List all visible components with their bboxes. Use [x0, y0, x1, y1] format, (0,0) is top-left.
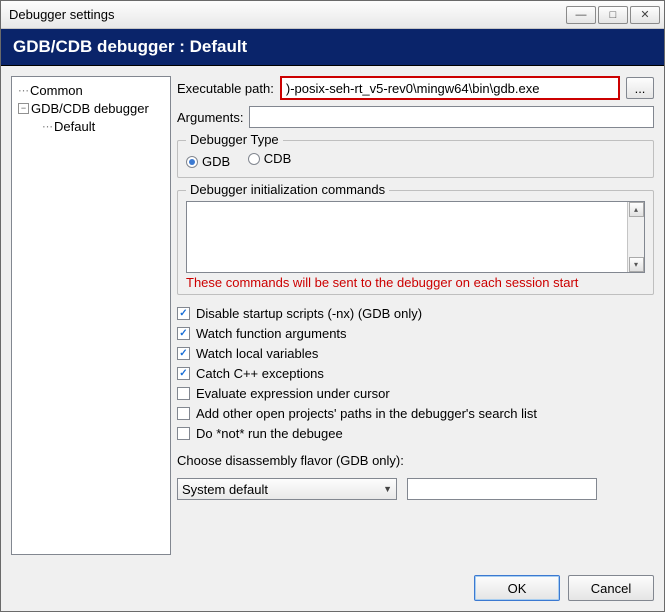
executable-path-label: Executable path:	[177, 81, 274, 96]
init-commands-title: Debugger initialization commands	[186, 182, 389, 197]
button-bar: OK Cancel	[1, 565, 664, 611]
disassembly-flavor-combo[interactable]: System default ▼	[177, 478, 397, 500]
radio-cdb[interactable]: CDB	[248, 151, 291, 166]
minimize-button[interactable]: —	[566, 6, 596, 24]
tree-collapse-icon[interactable]: −	[18, 103, 29, 114]
ok-button[interactable]: OK	[474, 575, 560, 601]
page-title: GDB/CDB debugger : Default	[1, 29, 664, 66]
scrollbar[interactable]: ▴ ▾	[627, 202, 644, 272]
checkbox-label: Add other open projects' paths in the de…	[196, 406, 537, 421]
executable-path-row: Executable path: )-posix-seh-rt_v5-rev0\…	[177, 76, 654, 100]
radio-cdb-dot	[248, 153, 260, 165]
radio-gdb[interactable]: GDB	[186, 154, 230, 169]
tree-line-icon: ⋯	[42, 120, 52, 133]
checkbox-label: Watch function arguments	[196, 326, 347, 341]
settings-tree[interactable]: ⋯ Common − GDB/CDB debugger ⋯ Default	[11, 76, 171, 555]
scroll-up-icon[interactable]: ▴	[629, 202, 644, 217]
checkbox-label: Watch local variables	[196, 346, 318, 361]
checkbox-icon	[177, 367, 190, 380]
tree-label: GDB/CDB debugger	[31, 101, 149, 116]
disassembly-extra-input[interactable]	[407, 478, 597, 500]
checkbox-icon	[177, 307, 190, 320]
checkbox-icon	[177, 407, 190, 420]
executable-path-input[interactable]: )-posix-seh-rt_v5-rev0\mingw64\bin\gdb.e…	[280, 76, 620, 100]
radio-cdb-label: CDB	[264, 151, 291, 166]
checkbox-option[interactable]: Watch local variables	[177, 343, 654, 363]
checkbox-label: Disable startup scripts (-nx) (GDB only)	[196, 306, 422, 321]
disassembly-row: System default ▼	[177, 478, 654, 500]
checkbox-option[interactable]: Add other open projects' paths in the de…	[177, 403, 654, 423]
debugger-settings-window: Debugger settings — □ ✕ GDB/CDB debugger…	[0, 0, 665, 612]
window-title: Debugger settings	[9, 7, 566, 22]
checkbox-icon	[177, 327, 190, 340]
checkbox-option[interactable]: Evaluate expression under cursor	[177, 383, 654, 403]
checkbox-icon	[177, 427, 190, 440]
executable-path-value: )-posix-seh-rt_v5-rev0\mingw64\bin\gdb.e…	[286, 81, 540, 96]
checkbox-option[interactable]: Disable startup scripts (-nx) (GDB only)	[177, 303, 654, 323]
checkbox-option[interactable]: Catch C++ exceptions	[177, 363, 654, 383]
checkbox-label: Catch C++ exceptions	[196, 366, 324, 381]
arguments-label: Arguments:	[177, 110, 243, 125]
tree-item-common[interactable]: ⋯ Common	[14, 81, 168, 99]
disassembly-flavor-value: System default	[182, 482, 268, 497]
init-commands-hint: These commands will be sent to the debug…	[186, 273, 645, 290]
disassembly-label: Choose disassembly flavor (GDB only):	[177, 453, 654, 468]
tree-item-default[interactable]: ⋯ Default	[14, 117, 168, 135]
debugger-type-title: Debugger Type	[186, 132, 283, 147]
init-commands-textarea[interactable]: ▴ ▾	[186, 201, 645, 273]
checkbox-icon	[177, 347, 190, 360]
maximize-button[interactable]: □	[598, 6, 628, 24]
chevron-down-icon: ▼	[383, 484, 392, 494]
checkbox-label: Evaluate expression under cursor	[196, 386, 390, 401]
checkbox-label: Do *not* run the debugee	[196, 426, 343, 441]
browse-button[interactable]: ...	[626, 77, 654, 99]
radio-gdb-dot	[186, 156, 198, 168]
checkbox-option[interactable]: Watch function arguments	[177, 323, 654, 343]
arguments-input[interactable]	[249, 106, 654, 128]
content-body: ⋯ Common − GDB/CDB debugger ⋯ Default Ex…	[1, 66, 664, 565]
radio-gdb-label: GDB	[202, 154, 230, 169]
settings-panel: Executable path: )-posix-seh-rt_v5-rev0\…	[177, 76, 654, 555]
close-button[interactable]: ✕	[630, 6, 660, 24]
tree-line-icon: ⋯	[18, 84, 28, 97]
window-controls: — □ ✕	[566, 6, 660, 24]
tree-label: Common	[30, 83, 83, 98]
tree-label: Default	[54, 119, 95, 134]
arguments-row: Arguments:	[177, 106, 654, 128]
checkbox-icon	[177, 387, 190, 400]
cancel-button[interactable]: Cancel	[568, 575, 654, 601]
tree-item-gdbcdb[interactable]: − GDB/CDB debugger	[14, 99, 168, 117]
titlebar: Debugger settings — □ ✕	[1, 1, 664, 29]
scroll-down-icon[interactable]: ▾	[629, 257, 644, 272]
checkbox-option[interactable]: Do *not* run the debugee	[177, 423, 654, 443]
options-checklist: Disable startup scripts (-nx) (GDB only)…	[177, 303, 654, 443]
init-commands-group: Debugger initialization commands ▴ ▾ The…	[177, 190, 654, 295]
debugger-type-group: Debugger Type GDB CDB	[177, 140, 654, 178]
